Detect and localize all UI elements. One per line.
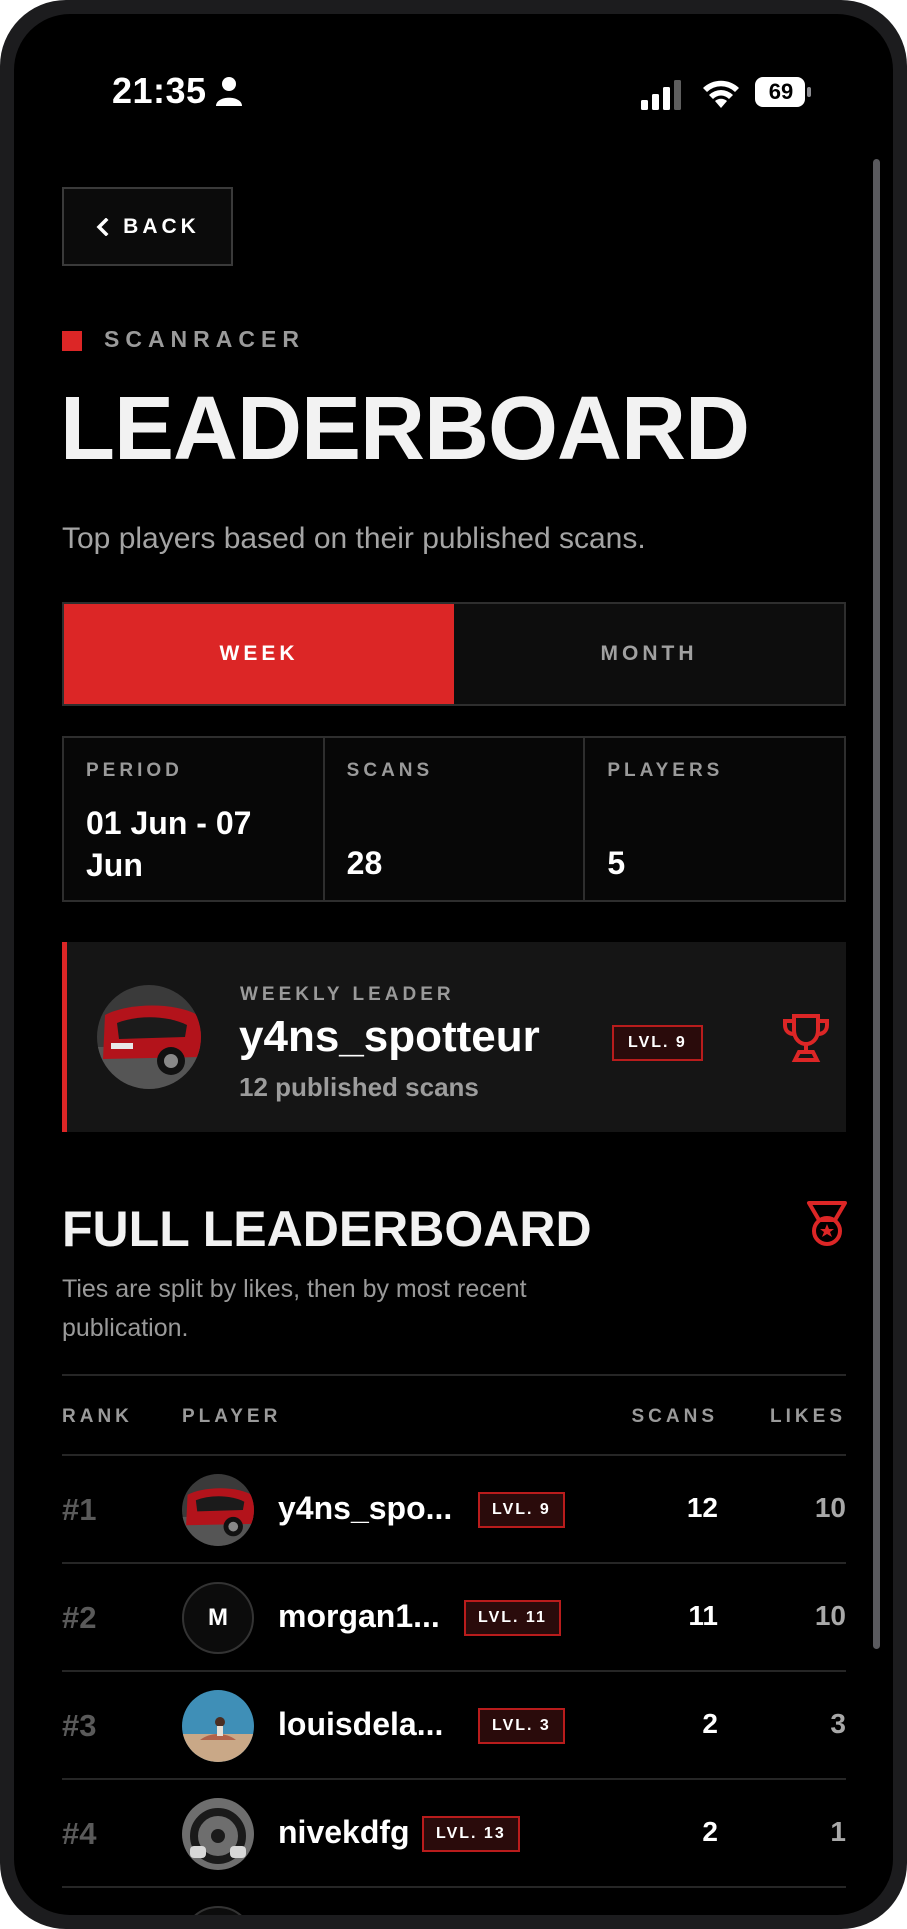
status-time: 21:35 — [112, 70, 207, 111]
row-player-name[interactable]: nivekdfg — [278, 1814, 410, 1851]
col-rank: RANK — [62, 1406, 133, 1427]
trophy-icon — [783, 1014, 829, 1062]
period-tabs: WEEK MONTH — [62, 602, 846, 706]
row-scans: 2 — [702, 1816, 718, 1847]
row-likes: 3 — [830, 1708, 846, 1739]
row-avatar — [182, 1798, 254, 1870]
col-player: PLAYER — [182, 1406, 282, 1427]
row-scans: 12 — [686, 1492, 718, 1523]
tie-break-note: Ties are split by likes, then by most re… — [62, 1275, 527, 1342]
stat-players: PLAYERS 5 — [585, 738, 844, 900]
leader-level-badge: LVL. 9 — [612, 1025, 703, 1061]
table-row[interactable]: #3 louisdela... LVL. 3 2 3 — [62, 1672, 846, 1780]
brand-eyebrow: SCANRACER — [104, 326, 305, 352]
row-level-badge: LVL. 9 — [478, 1492, 565, 1528]
back-label: BACK — [123, 214, 200, 238]
brand-square — [62, 331, 82, 351]
row-player-name[interactable]: morgan1... — [278, 1598, 440, 1635]
battery-level: 69 — [768, 79, 794, 104]
col-likes: LIKES — [770, 1406, 846, 1427]
status-bar: 21:35 69 — [14, 14, 893, 164]
chevron-left-icon — [96, 217, 109, 236]
row-level-badge: LVL. 11 — [464, 1600, 561, 1636]
phone-frame: 21:35 69 BACK SCANRACER LEADERBOARD Top … — [0, 0, 907, 1929]
row-player-name[interactable]: y4ns_spo... — [278, 1490, 452, 1527]
row-avatar — [182, 1474, 254, 1546]
app-screen: 21:35 69 BACK SCANRACER LEADERBOARD Top … — [14, 14, 893, 1915]
page-subtitle: Top players based on their published sca… — [62, 522, 646, 555]
tab-week[interactable]: WEEK — [64, 604, 454, 704]
tab-month[interactable]: MONTH — [454, 604, 844, 704]
stat-scans-label: SCANS — [346, 760, 434, 781]
row-rank: #4 — [62, 1816, 97, 1851]
stat-scans-value: 28 — [346, 845, 383, 881]
medal-icon — [807, 1201, 847, 1246]
row-likes: 10 — [814, 1492, 846, 1523]
stat-period-label: PERIOD — [86, 760, 183, 781]
col-scans: SCANS — [631, 1406, 718, 1427]
leader-tag: WEEKLY LEADER — [240, 984, 455, 1005]
full-leaderboard-title: FULL LEADERBOARD — [62, 1201, 592, 1257]
stat-period-value: 01 Jun - 07 Jun — [86, 805, 252, 883]
weekly-leader-card[interactable]: WEEKLY LEADER y4ns_spotteur LVL. 9 12 pu… — [62, 942, 846, 1132]
row-avatar — [182, 1906, 254, 1915]
steering-wheel-photo — [182, 1798, 254, 1870]
wifi-icon — [703, 80, 739, 108]
leader-scans: 12 published scans — [239, 1072, 479, 1102]
stats-panel: PERIOD 01 Jun - 07 Jun SCANS 28 PLAYERS … — [62, 736, 846, 902]
back-button[interactable]: BACK — [62, 187, 233, 266]
stat-players-label: PLAYERS — [607, 760, 724, 781]
row-likes: 1 — [830, 1816, 846, 1847]
row-player-name[interactable]: louisdela... — [278, 1706, 443, 1743]
row-rank: #1 — [62, 1492, 97, 1527]
stat-scans: SCANS 28 — [325, 738, 586, 900]
row-level-badge: LVL. 13 — [422, 1816, 520, 1852]
stat-players-value: 5 — [607, 845, 626, 881]
row-scans: 2 — [702, 1708, 718, 1739]
table-row[interactable]: #1 y4ns_spo... LVL. 9 12 10 — [62, 1456, 846, 1564]
red-car-photo — [182, 1474, 254, 1546]
row-level-badge: LVL. 3 — [478, 1708, 565, 1744]
row-likes: 10 — [814, 1600, 846, 1631]
row-scans: 11 — [688, 1600, 718, 1631]
row-rank: #2 — [62, 1600, 97, 1635]
signal-icon — [641, 80, 681, 110]
stat-period: PERIOD 01 Jun - 07 Jun — [64, 738, 325, 900]
red-car-photo — [97, 985, 201, 1089]
person-icon — [216, 77, 242, 106]
scrollbar[interactable] — [873, 159, 880, 1649]
row-avatar — [182, 1690, 254, 1762]
beach-photo — [182, 1690, 254, 1762]
table-row[interactable]: #4 nivekdfg LVL. 13 2 1 — [62, 1780, 846, 1888]
row-rank: #3 — [62, 1708, 97, 1743]
leader-name: y4ns_spotteur — [239, 1012, 540, 1061]
row-avatar-initial: M — [182, 1582, 254, 1654]
page-title: LEADERBOARD — [60, 379, 750, 479]
table-row-partial[interactable] — [62, 1888, 846, 1915]
table-header: RANK PLAYER SCANS LIKES — [62, 1374, 846, 1456]
table-row[interactable]: #2 M morgan1... LVL. 11 11 10 — [62, 1564, 846, 1672]
leader-avatar — [97, 985, 201, 1089]
